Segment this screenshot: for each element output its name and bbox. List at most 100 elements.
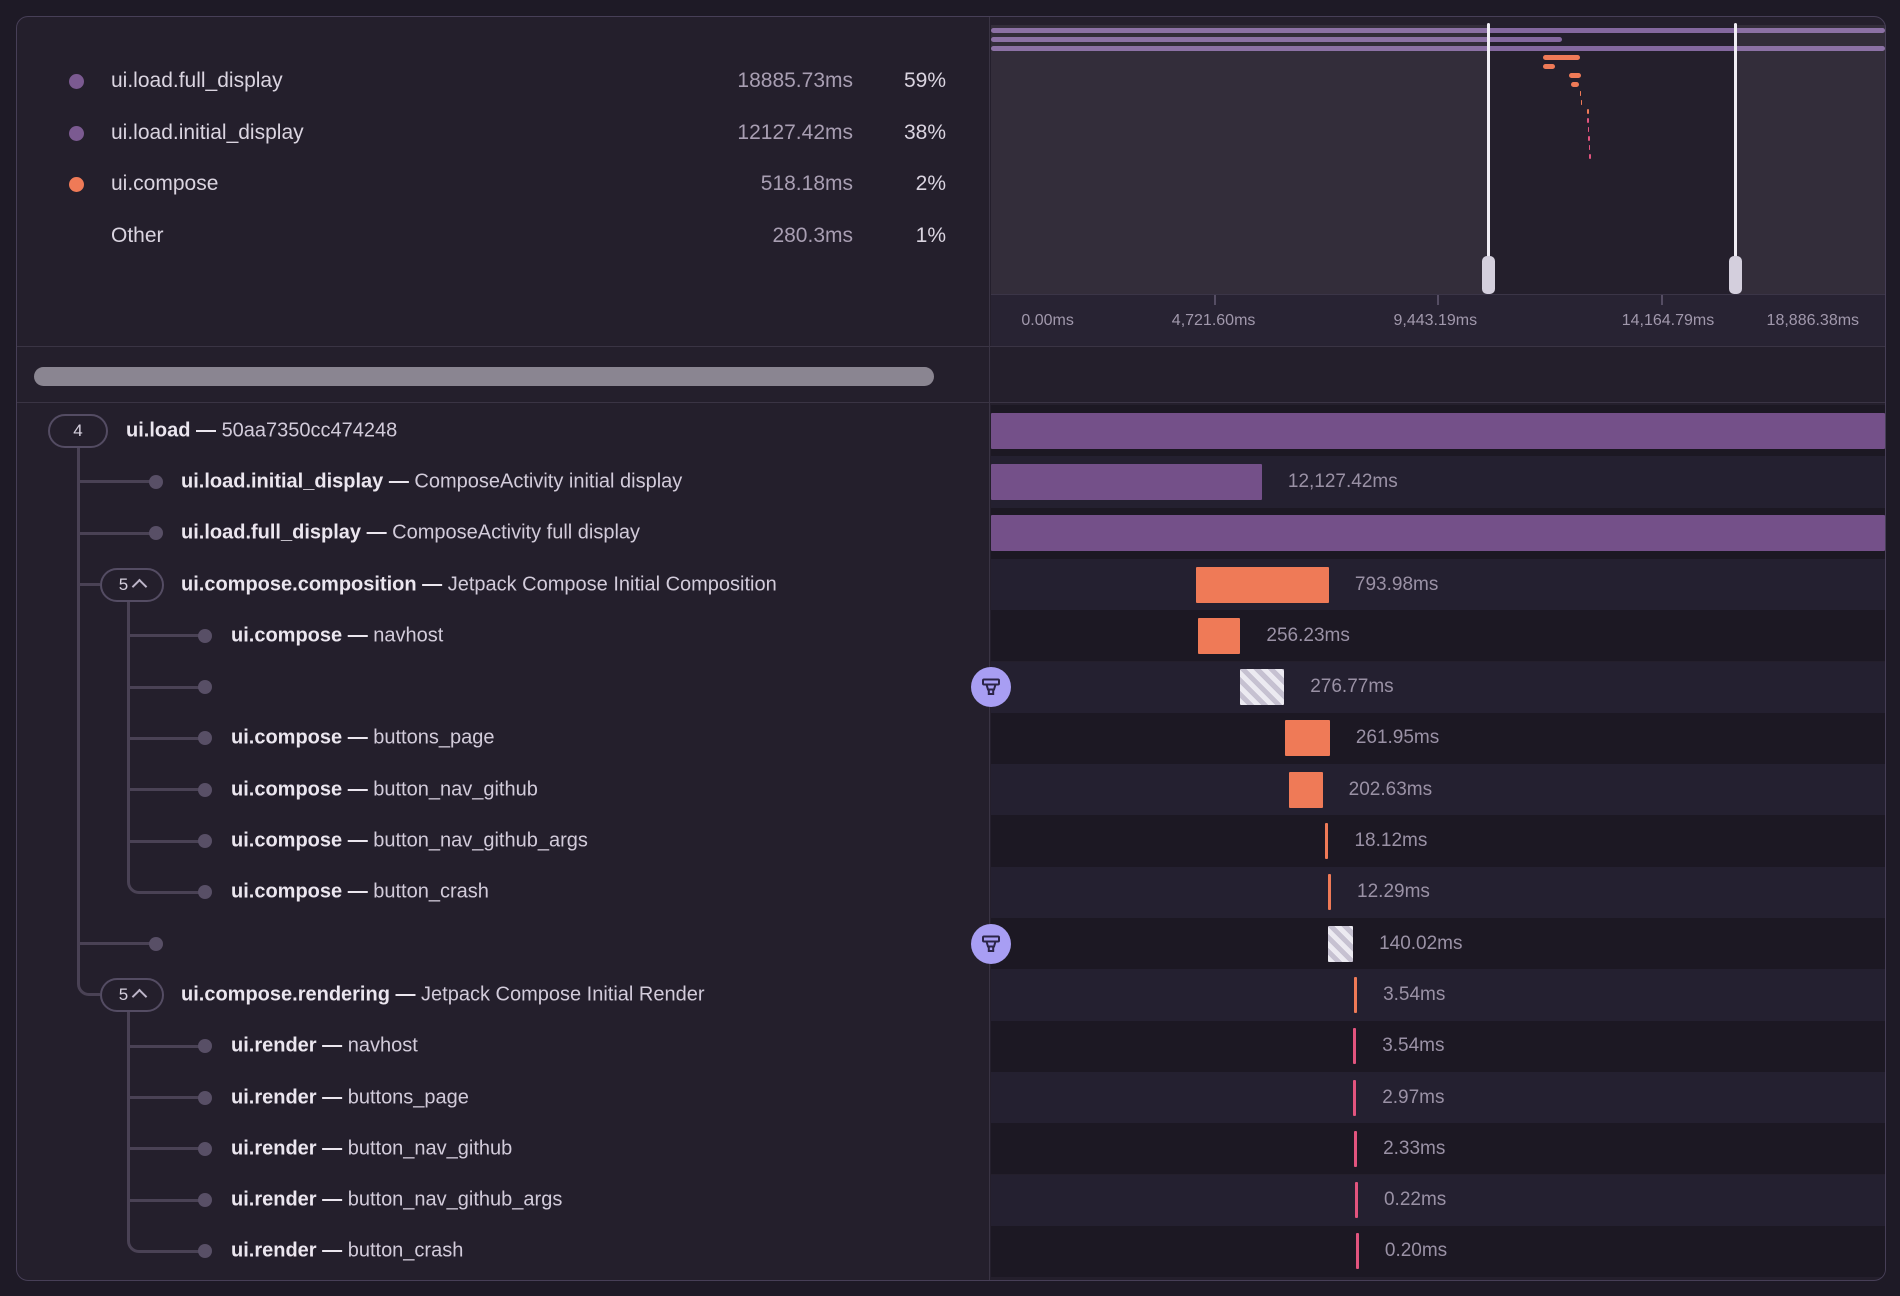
span-bar[interactable] (1285, 720, 1330, 756)
waterfall-row[interactable]: 18.12ms (991, 815, 1885, 866)
span-bar[interactable] (991, 464, 1262, 500)
span-duration-label: 202.63ms (1349, 779, 1432, 801)
span-label: ui.render — buttons_page (231, 1086, 469, 1109)
tree-connector-stub (140, 1250, 205, 1253)
span-duration-label: 3.54ms (1383, 984, 1445, 1006)
chevron-up-icon (132, 989, 148, 1005)
waterfall-row[interactable]: 140.02ms (991, 918, 1885, 969)
minimap-dim-right (1736, 25, 1885, 294)
span-op: ui.compose — (231, 624, 373, 646)
span-tree-row[interactable]: ui.load.initial_display — ComposeActivit… (17, 456, 989, 507)
tree-node-dot (198, 885, 212, 899)
waterfall-row[interactable]: 3.54ms (991, 969, 1885, 1020)
axis-tick-label: 18,886.38ms (1767, 312, 1860, 330)
chevron-up-icon (132, 579, 148, 595)
waterfall-row[interactable]: 0.20ms (991, 1226, 1885, 1277)
legend-label: ui.load.full_display (111, 69, 283, 93)
tree-node-dot (198, 731, 212, 745)
divider-top (17, 346, 1885, 347)
span-op: ui.compose — (231, 881, 373, 903)
waterfall-row[interactable]: 12,127.42ms (991, 456, 1885, 507)
children-count-chip[interactable]: 5 (100, 978, 164, 1012)
span-duration-label: 261.95ms (1356, 727, 1439, 749)
waterfall-row[interactable]: 793.98ms (991, 559, 1885, 610)
tree-node-dot (198, 1193, 212, 1207)
tree-node-dot (198, 783, 212, 797)
children-count-chip[interactable]: 4 (48, 414, 108, 448)
axis-tick (1214, 295, 1216, 305)
tree-connector-stub (127, 1045, 206, 1048)
waterfall-row[interactable]: 3.54ms (991, 1021, 1885, 1072)
span-tree-row[interactable]: 5ui.compose.composition — Jetpack Compos… (17, 559, 989, 610)
waterfall-row[interactable] (991, 508, 1885, 559)
tree-connector-stub (127, 788, 206, 791)
span-op: ui.compose — (231, 727, 373, 749)
handle-grip-icon[interactable] (1482, 256, 1495, 294)
waterfall-row[interactable]: 12.29ms (991, 867, 1885, 918)
divider-scroll (17, 402, 1885, 403)
trace-minimap[interactable] (991, 17, 1885, 294)
span-bar[interactable] (1356, 1233, 1359, 1269)
legend-label: ui.compose (111, 172, 218, 196)
span-bar[interactable] (991, 413, 1885, 449)
span-bar[interactable] (991, 515, 1885, 551)
minimap-span-bar (1581, 100, 1583, 105)
minimap-span-bar (1569, 73, 1582, 78)
waterfall-row[interactable] (991, 405, 1885, 456)
span-bar[interactable] (1353, 1080, 1356, 1116)
span-bar[interactable] (1328, 926, 1353, 962)
viewport-handle-right[interactable] (1734, 23, 1737, 294)
waterfall-row[interactable]: 0.22ms (991, 1175, 1885, 1226)
span-bar[interactable] (1354, 1131, 1357, 1167)
tree-node-dot (198, 1244, 212, 1258)
profile-funnel-icon[interactable] (971, 667, 1011, 707)
tree-node-dot (198, 834, 212, 848)
legend-label: ui.load.initial_display (111, 121, 304, 145)
legend-percent: 2% (916, 172, 946, 196)
tree-connector-stub (127, 634, 206, 637)
span-bar[interactable] (1355, 1182, 1358, 1218)
legend-percent: 59% (904, 69, 946, 93)
span-tree-row[interactable]: 4ui.load — 50aa7350cc474248 (17, 405, 989, 456)
legend-duration: 18885.73ms (737, 69, 853, 93)
tree-node-dot (198, 1142, 212, 1156)
span-bar[interactable] (1353, 1028, 1356, 1064)
children-count-chip[interactable]: 5 (100, 568, 164, 602)
horizontal-scrollbar-thumb[interactable] (34, 367, 934, 386)
span-duration-label: 3.54ms (1382, 1035, 1444, 1057)
waterfall-row[interactable]: 276.77ms (991, 662, 1885, 713)
span-bar[interactable] (1289, 772, 1323, 808)
handle-grip-icon[interactable] (1729, 256, 1742, 294)
waterfall-row[interactable]: 2.33ms (991, 1123, 1885, 1174)
span-label: ui.render — button_nav_github_args (231, 1189, 562, 1212)
span-bar[interactable] (1354, 977, 1357, 1013)
legend-item: ui.load.initial_display12127.42ms38% (17, 113, 989, 153)
span-duration-label: 12,127.42ms (1288, 471, 1398, 493)
waterfall-row[interactable]: 261.95ms (991, 713, 1885, 764)
span-bar[interactable] (1196, 567, 1329, 603)
span-label: ui.compose.rendering — Jetpack Compose I… (181, 983, 705, 1006)
legend-item: ui.compose518.18ms2% (17, 164, 989, 204)
span-bar[interactable] (1198, 618, 1240, 654)
span-duration-label: 140.02ms (1379, 933, 1462, 955)
span-label: ui.compose — button_nav_github (231, 778, 538, 801)
minimap-span-bar (1587, 118, 1589, 123)
axis-tick-label: 14,164.79ms (1622, 312, 1715, 330)
span-label: ui.render — button_crash (231, 1240, 463, 1263)
span-op: ui.render — (231, 1240, 348, 1262)
waterfall-row[interactable]: 2.97ms (991, 1072, 1885, 1123)
span-bar[interactable] (1325, 823, 1328, 859)
profile-funnel-icon[interactable] (971, 924, 1011, 964)
panel-divider[interactable] (989, 17, 990, 1280)
span-description: Jetpack Compose Initial Render (421, 983, 704, 1005)
viewport-handle-left[interactable] (1487, 23, 1490, 294)
axis-tick (1437, 295, 1439, 305)
span-bar[interactable] (1240, 669, 1284, 705)
span-op: ui.compose — (231, 830, 373, 852)
span-bar[interactable] (1328, 874, 1331, 910)
waterfall-row[interactable]: 202.63ms (991, 764, 1885, 815)
span-tree-row[interactable]: 5 ui.compose.rendering — Jetpack Compose … (17, 969, 989, 1020)
span-tree-row[interactable] (17, 918, 989, 969)
waterfall-row[interactable]: 256.23ms (991, 610, 1885, 661)
span-tree-row[interactable]: ui.load.full_display — ComposeActivity f… (17, 508, 989, 559)
